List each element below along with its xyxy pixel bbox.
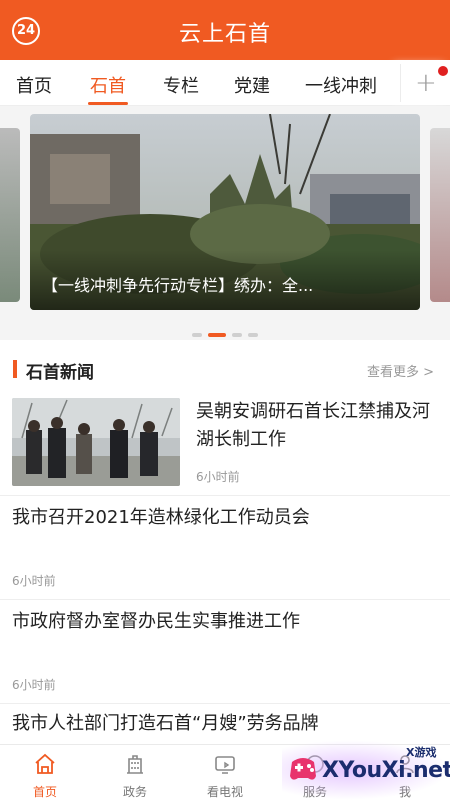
section-title: 石首新闻 (26, 363, 94, 383)
gamepad-icon (290, 758, 316, 780)
nav-label: 政务 (122, 785, 147, 799)
watermark-text: XYouXi.net (322, 758, 450, 783)
tab-home[interactable]: 首页 (16, 72, 52, 98)
nav-home[interactable]: 首页 (0, 745, 90, 800)
site-watermark: X游戏 XYouXi.net (282, 740, 450, 800)
carousel-dot[interactable] (248, 332, 258, 337)
news-item[interactable]: 吴朝安调研石首长江禁捕及河湖长制工作 6小时前 (0, 398, 450, 496)
news-title[interactable]: 我市召开2021年造林绿化工作动员会 (12, 504, 438, 532)
carousel-dot[interactable] (192, 332, 202, 337)
tab-frontline[interactable]: 一线冲刺 (305, 72, 377, 98)
plus-icon: + (415, 68, 437, 98)
news-time: 6小时前 (12, 678, 56, 692)
banner-carousel[interactable]: 【一线冲刺争先行动专栏】绣办：全... (0, 106, 450, 340)
nav-government[interactable]: 政务 (90, 745, 180, 800)
slide-caption-text: 【一线冲刺争先行动专栏】绣办：全... (42, 276, 314, 295)
news-title[interactable]: 市政府督办室督办民生实事推进工作 (12, 608, 438, 636)
news-item[interactable]: 我市召开2021年造林绿化工作动员会 6小时前 (0, 496, 450, 600)
tv-icon (215, 756, 235, 774)
channel-tabs: 首页 石首 专栏 党建 一线冲刺 + (0, 60, 450, 106)
carousel-dot-active[interactable] (208, 332, 226, 337)
app-title: 云上石首 (178, 22, 271, 47)
carousel-dot[interactable] (232, 332, 242, 337)
home-icon (35, 753, 55, 774)
section-header: 石首新闻 查看更多 > (0, 348, 450, 390)
news-item[interactable]: 市政府督办室督办民生实事推进工作 6小时前 (0, 600, 450, 704)
nav-label: 首页 (32, 785, 57, 799)
section-accent-bar (13, 360, 17, 378)
news-item[interactable]: 我市人社部门打造石首“月嫂”劳务品牌 (0, 704, 450, 744)
carousel-next-slide[interactable] (430, 128, 450, 302)
nav-label: 看电视 (206, 785, 243, 799)
app-header: 24 云上石首 (0, 0, 450, 60)
carousel-pagination (0, 324, 450, 337)
tab-shishou[interactable]: 石首 (90, 72, 126, 98)
see-more-link[interactable]: 查看更多 > (367, 361, 434, 380)
news-thumbnail (12, 398, 180, 486)
building-icon (127, 755, 143, 774)
slide-caption: 【一线冲刺争先行动专栏】绣办：全... (30, 250, 420, 310)
carousel-prev-slide[interactable] (0, 128, 20, 302)
news-title[interactable]: 吴朝安调研石首长江禁捕及河湖长制工作 (196, 398, 430, 454)
news-time: 6小时前 (12, 574, 56, 588)
carousel-main-slide[interactable]: 【一线冲刺争先行动专栏】绣办：全... (30, 114, 420, 310)
nav-tv[interactable]: 看电视 (180, 745, 270, 800)
add-channel-button[interactable]: + (400, 64, 450, 102)
tab-party[interactable]: 党建 (234, 72, 270, 98)
news-time: 6小时前 (196, 470, 240, 484)
active-tab-indicator (88, 102, 128, 105)
notification-dot (438, 66, 448, 76)
tab-column[interactable]: 专栏 (163, 72, 199, 98)
news-title[interactable]: 我市人社部门打造石首“月嫂”劳务品牌 (12, 710, 438, 738)
